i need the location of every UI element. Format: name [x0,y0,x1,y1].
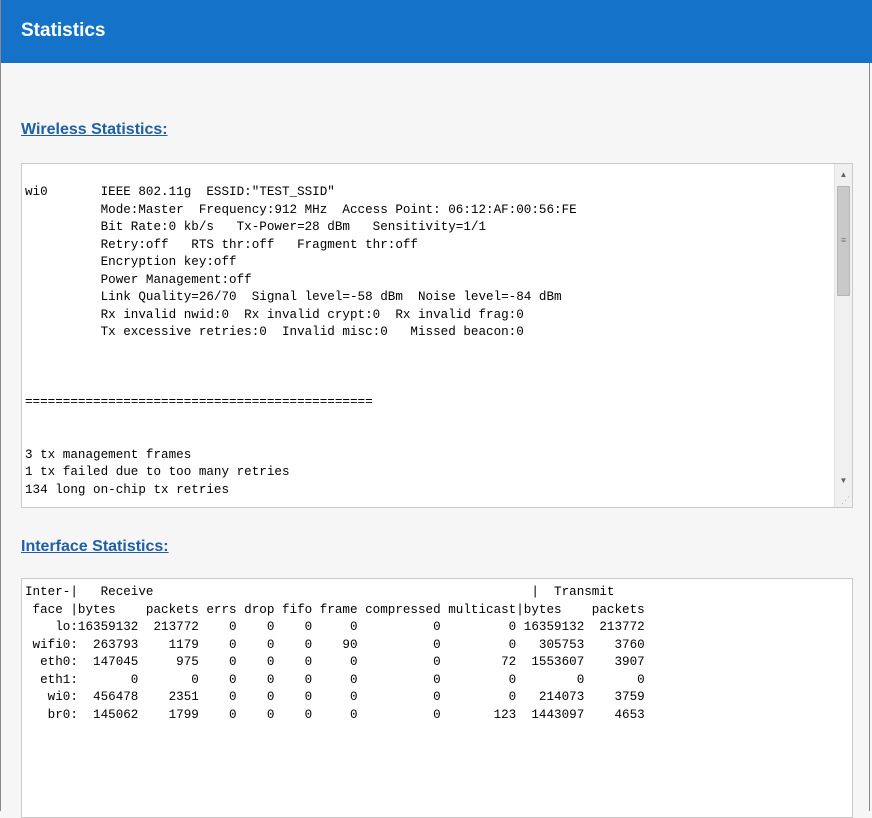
title-bar: Statistics [1,0,872,63]
wireless-statistics-heading: Wireless Statistics: [21,121,168,138]
interface-statistics-text: Inter-| Receive | Transmit face |bytes p… [25,585,645,722]
interface-statistics-heading: Interface Statistics: [21,538,169,555]
wireless-statistics-text: wi0 IEEE 802.11g ESSID:"TEST_SSID" Mode:… [25,185,577,497]
scrollbar-thumb[interactable]: ≡ [837,186,850,296]
wireless-statistics-textarea[interactable]: wi0 IEEE 802.11g ESSID:"TEST_SSID" Mode:… [21,163,853,508]
resize-grip-icon[interactable]: ⋰ [841,496,850,505]
vertical-scrollbar[interactable]: ▲ ≡ ▼ [834,164,852,507]
grip-icon: ≡ [841,235,847,245]
interface-statistics-textarea[interactable]: Inter-| Receive | Transmit face |bytes p… [21,578,853,818]
scroll-down-icon[interactable]: ▼ [835,472,852,489]
statistics-panel: Statistics Wireless Statistics: wi0 IEEE… [0,0,872,818]
scroll-up-icon[interactable]: ▲ [835,166,852,183]
page-title: Statistics [21,20,106,41]
